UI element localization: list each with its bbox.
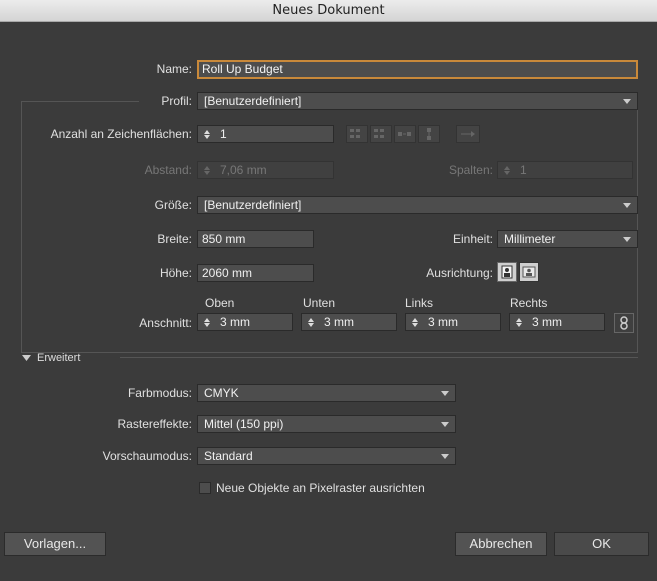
cancel-button[interactable]: Abbrechen [455, 532, 547, 556]
stepper-arrows-icon[interactable] [200, 127, 214, 141]
stepper-arrows-icon[interactable] [200, 163, 214, 177]
stepper-arrows-icon[interactable] [512, 315, 526, 329]
bleed-bottom-stepper[interactable]: 3 mm [301, 313, 397, 331]
orientation-label: Ausrichtung: [426, 266, 493, 280]
bleed-left-label: Links [405, 296, 434, 310]
bleed-left-value: 3 mm [428, 315, 458, 329]
spacing-label: Abstand: [144, 163, 192, 177]
size-select[interactable]: [Benutzerdefiniert] [197, 196, 638, 214]
section-divider [120, 357, 638, 358]
artboards-label: Anzahl an Zeichenflächen: [50, 127, 192, 141]
ok-button[interactable]: OK [554, 532, 649, 556]
unit-select[interactable]: Millimeter [497, 230, 638, 248]
new-document-dialog: Name: Roll Up Budget Profil: [Benutzerde… [0, 22, 657, 581]
advanced-toggle[interactable]: Erweitert [22, 352, 80, 364]
disclosure-triangle-icon [22, 355, 31, 361]
bleed-right-label: Rechts [510, 296, 548, 310]
spacing-stepper[interactable]: 7,06 mm [197, 161, 334, 179]
bleed-bottom-label: Unten [303, 296, 336, 310]
bleed-bottom-value: 3 mm [324, 315, 354, 329]
preview-mode-select[interactable]: Standard [197, 447, 456, 465]
bleed-right-value: 3 mm [532, 315, 562, 329]
bleed-top-value: 3 mm [220, 315, 250, 329]
link-bleed-icon[interactable] [614, 313, 634, 333]
unit-label: Einheit: [452, 232, 493, 246]
stepper-arrows-icon[interactable] [408, 315, 422, 329]
bleed-label: Anschnitt: [139, 316, 192, 330]
chevron-down-icon [623, 203, 631, 208]
artboards-stepper[interactable]: 1 [197, 125, 334, 143]
chevron-down-icon [441, 422, 449, 427]
preview-mode-value: Standard [204, 449, 253, 463]
chevron-down-icon [441, 391, 449, 396]
profile-label: Profil: [161, 94, 192, 108]
stepper-arrows-icon[interactable] [304, 315, 318, 329]
pixel-grid-checkbox[interactable] [199, 482, 211, 494]
raster-effects-select[interactable]: Mittel (150 ppi) [197, 415, 456, 433]
columns-label: Spalten: [448, 163, 493, 177]
stepper-arrows-icon[interactable] [200, 315, 214, 329]
width-label: Breite: [157, 232, 192, 246]
bleed-top-label: Oben [205, 296, 235, 310]
landscape-orientation-icon[interactable] [519, 262, 539, 282]
preview-mode-label: Vorschaumodus: [102, 449, 192, 463]
stepper-arrows-icon[interactable] [500, 163, 514, 177]
chevron-down-icon [441, 454, 449, 459]
color-mode-label: Farbmodus: [127, 386, 192, 400]
arrange-by-column-icon[interactable] [418, 125, 440, 143]
pixel-grid-label[interactable]: Neue Objekte an Pixelraster ausrichten [216, 481, 425, 495]
raster-effects-value: Mittel (150 ppi) [204, 417, 284, 431]
profile-select[interactable]: [Benutzerdefiniert] [197, 92, 638, 110]
arrange-by-row-icon[interactable] [394, 125, 416, 143]
advanced-label: Erweitert [37, 352, 81, 364]
name-input[interactable]: Roll Up Budget [197, 60, 638, 79]
raster-effects-label: Rastereffekte: [117, 417, 192, 431]
bleed-left-stepper[interactable]: 3 mm [405, 313, 501, 331]
bleed-top-stepper[interactable]: 3 mm [197, 313, 293, 331]
color-mode-value: CMYK [204, 386, 239, 400]
grid-by-column-icon[interactable] [370, 125, 392, 143]
bleed-right-stepper[interactable]: 3 mm [509, 313, 605, 331]
height-input[interactable]: 2060 mm [197, 264, 314, 282]
columns-stepper[interactable]: 1 [497, 161, 633, 179]
size-label: Größe: [154, 198, 192, 212]
right-to-left-layout-icon[interactable] [456, 125, 480, 143]
width-input[interactable]: 850 mm [197, 230, 314, 248]
columns-value: 1 [520, 163, 527, 177]
grid-by-row-icon[interactable] [346, 125, 368, 143]
name-label: Name: [156, 62, 192, 76]
chevron-down-icon [623, 99, 631, 104]
window-title: Neues Dokument [0, 0, 657, 22]
spacing-value: 7,06 mm [220, 163, 267, 177]
height-label: Höhe: [159, 266, 192, 280]
unit-select-value: Millimeter [504, 232, 556, 246]
portrait-orientation-icon[interactable] [497, 262, 517, 282]
profile-select-value: [Benutzerdefiniert] [204, 94, 302, 108]
artboards-value: 1 [220, 127, 227, 141]
color-mode-select[interactable]: CMYK [197, 384, 456, 402]
chevron-down-icon [623, 237, 631, 242]
templates-button[interactable]: Vorlagen... [4, 532, 106, 556]
size-select-value: [Benutzerdefiniert] [204, 198, 302, 212]
